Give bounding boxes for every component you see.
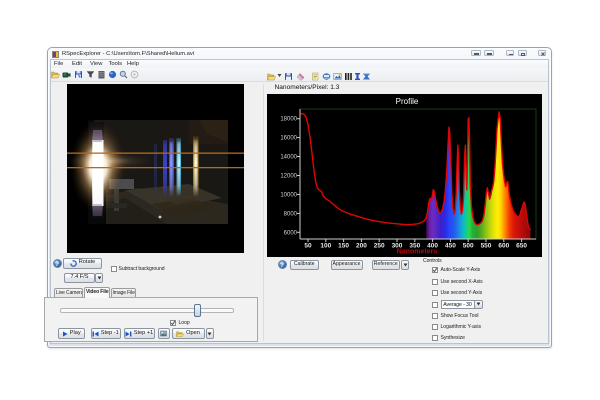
svg-text:8000: 8000 bbox=[284, 211, 298, 217]
svg-text:200: 200 bbox=[356, 243, 367, 250]
svg-text:16000: 16000 bbox=[280, 136, 297, 142]
svg-text:12000: 12000 bbox=[280, 174, 297, 180]
svg-text:450: 450 bbox=[445, 243, 456, 250]
svg-text:550: 550 bbox=[481, 243, 492, 250]
svg-text:18000: 18000 bbox=[280, 117, 297, 123]
svg-text:650: 650 bbox=[516, 243, 527, 250]
svg-text:150: 150 bbox=[338, 243, 349, 250]
svg-text:10000: 10000 bbox=[280, 192, 297, 198]
svg-text:600: 600 bbox=[498, 243, 509, 250]
svg-text:Profile: Profile bbox=[396, 97, 419, 106]
svg-text:6000: 6000 bbox=[284, 230, 298, 236]
svg-text:14000: 14000 bbox=[280, 155, 297, 161]
svg-text:500: 500 bbox=[463, 243, 474, 250]
svg-text:250: 250 bbox=[374, 243, 385, 250]
svg-text:Nanometers: Nanometers bbox=[397, 249, 438, 256]
svg-text:100: 100 bbox=[320, 243, 331, 250]
svg-text:50: 50 bbox=[304, 243, 312, 250]
